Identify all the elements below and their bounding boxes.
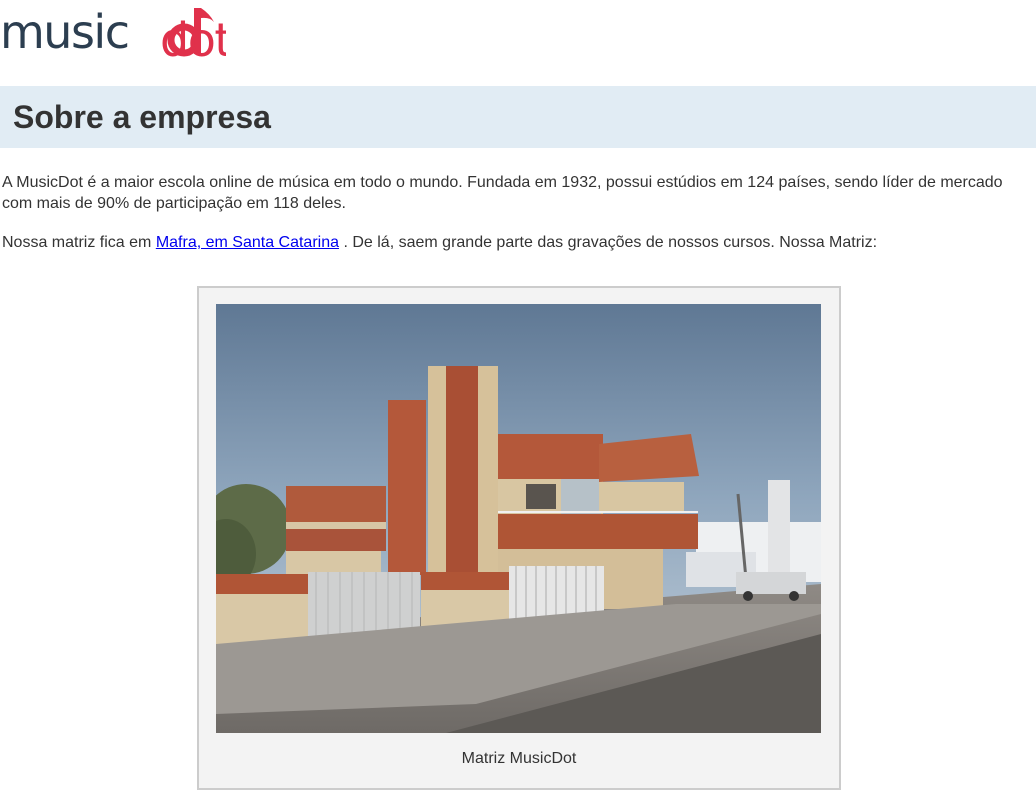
headquarters-photo xyxy=(216,304,821,733)
intro-paragraph: A MusicDot é a maior escola online de mú… xyxy=(2,174,1003,212)
headquarters-figure: Matriz MusicDot xyxy=(197,286,841,790)
svg-text:dot: dot xyxy=(160,13,226,66)
page-title: Sobre a empresa xyxy=(13,99,271,135)
location-text-after: . De lá, saem grande parte das gravações… xyxy=(339,234,878,251)
figure-caption: Matriz MusicDot xyxy=(461,750,577,767)
location-paragraph: Nossa matriz fica em Mafra, em Santa Cat… xyxy=(2,232,1036,253)
logo-dot-wordmark: dot xyxy=(160,13,226,66)
mafra-link[interactable]: Mafra, em Santa Catarina xyxy=(156,234,339,251)
location-text-before: Nossa matriz fica em xyxy=(2,234,156,251)
page-title-bar: Sobre a empresa xyxy=(0,86,1036,148)
logo-text-main: music xyxy=(0,5,130,59)
